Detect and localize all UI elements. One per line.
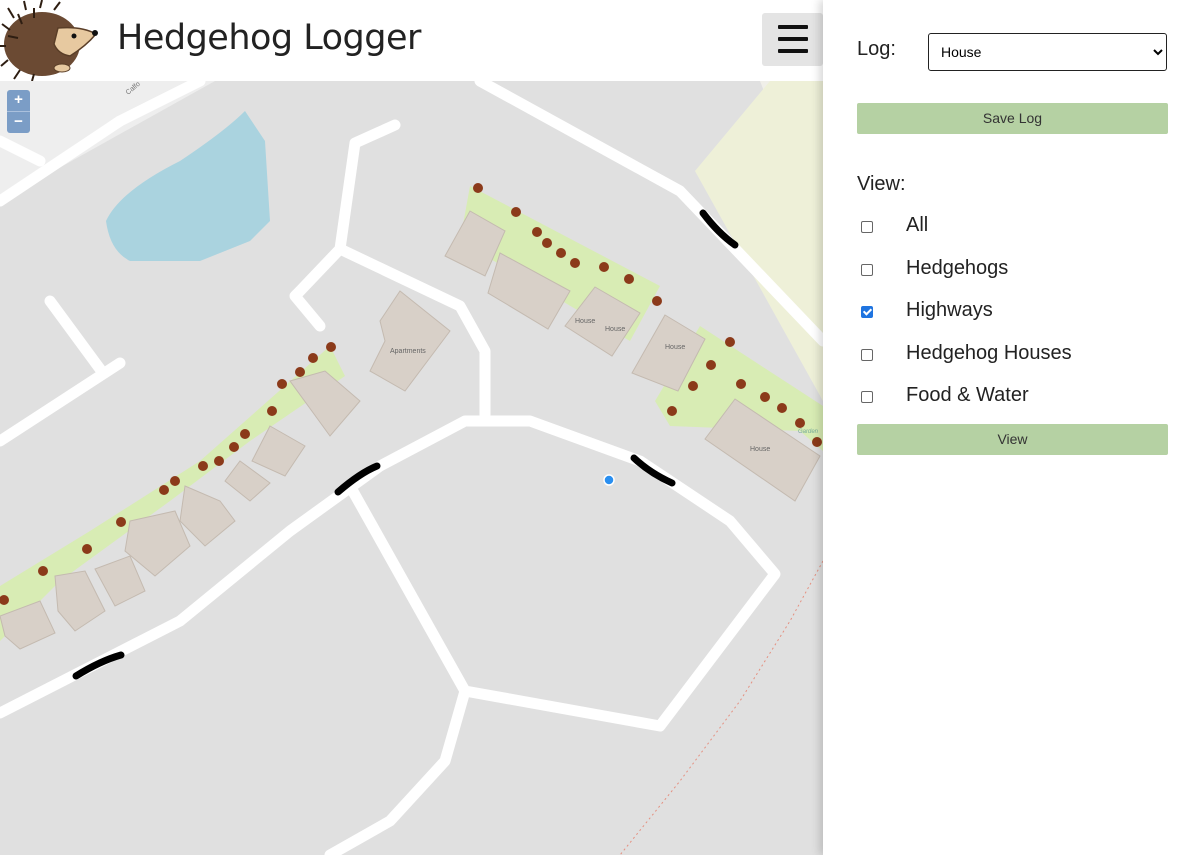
zoom-control: + − <box>7 90 30 133</box>
view-option-checkbox[interactable] <box>861 306 873 318</box>
map-label-house: House <box>750 446 770 453</box>
view-label: View: <box>857 173 906 195</box>
view-option-label: Food & Water <box>906 384 1029 406</box>
current-location-marker <box>603 474 615 486</box>
side-panel: Log: House Save Log View: All Hedgehogs Hi… <box>823 0 1199 855</box>
zoom-in-button[interactable]: + <box>7 90 30 111</box>
app-header: Hedgehog Logger <box>0 0 823 81</box>
hedgehog-logo <box>0 0 98 81</box>
save-log-button[interactable]: Save Log <box>857 103 1168 134</box>
map-view[interactable]: Apartments House House House House Garde… <box>0 81 823 855</box>
roads <box>0 81 823 855</box>
map-canvas: Apartments House House House House Garde… <box>0 81 823 855</box>
view-option-label: Highways <box>906 299 993 321</box>
app-title: Hedgehog Logger <box>117 18 421 58</box>
log-select[interactable]: House <box>928 33 1167 71</box>
view-option-label: Hedgehog Houses <box>906 342 1072 364</box>
view-option-checkbox[interactable] <box>861 264 873 276</box>
map-label-house: House <box>665 344 685 351</box>
map-label-house: House <box>575 318 595 325</box>
pond <box>106 111 270 261</box>
zoom-out-button[interactable]: − <box>7 111 30 133</box>
view-option-label: All <box>906 214 929 236</box>
footpath <box>619 560 823 855</box>
map-label-house: House <box>605 326 625 333</box>
side-road <box>0 359 123 445</box>
view-option-checkbox[interactable] <box>861 349 873 361</box>
hamburger-menu-icon[interactable] <box>762 13 823 66</box>
view-option-checkbox[interactable] <box>861 391 873 403</box>
garden-area <box>0 346 345 641</box>
view-button[interactable]: View <box>857 424 1168 455</box>
map-label-apartments: Apartments <box>390 348 426 355</box>
view-option-label: Hedgehogs <box>906 257 1009 279</box>
log-label: Log: <box>857 38 896 60</box>
view-option-checkbox[interactable] <box>861 221 873 233</box>
map-label-garden: Garden <box>798 429 819 435</box>
